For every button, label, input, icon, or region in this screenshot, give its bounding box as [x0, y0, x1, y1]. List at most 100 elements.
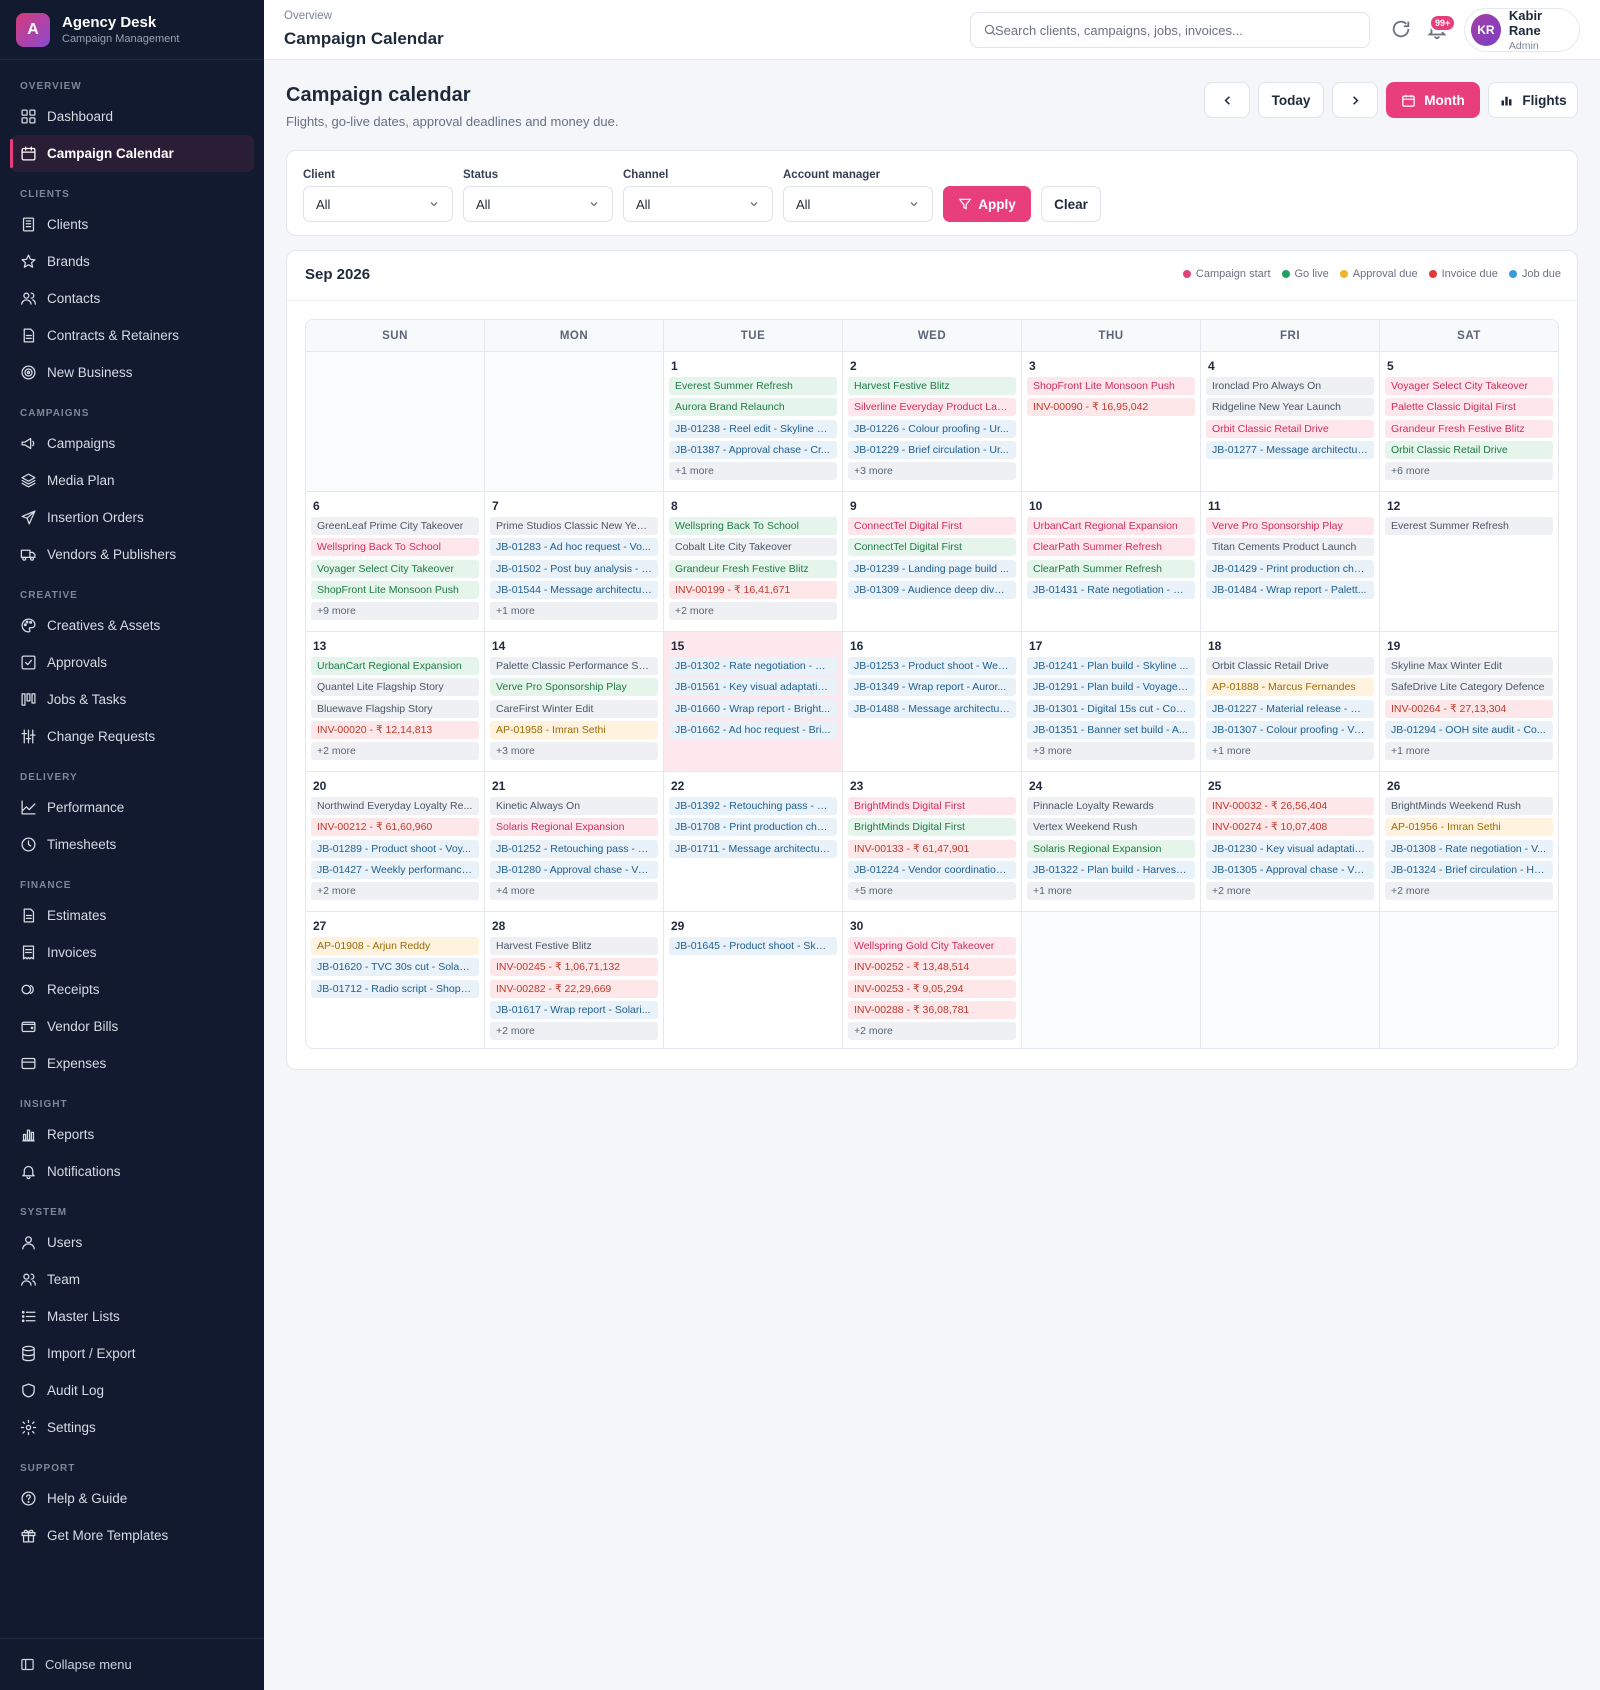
- sidebar-item-estimates[interactable]: Estimates: [10, 897, 254, 934]
- today-button[interactable]: Today: [1258, 82, 1324, 118]
- sidebar-item-team[interactable]: Team: [10, 1261, 254, 1298]
- campaign-event[interactable]: GreenLeaf Prime City Takeover: [311, 517, 479, 535]
- job-due-event[interactable]: JB-01280 - Approval chase - Vo...: [490, 860, 658, 879]
- campaign-event[interactable]: Kinetic Always On: [490, 797, 658, 815]
- job-due-event[interactable]: JB-01307 - Colour proofing - Ve...: [1206, 720, 1374, 739]
- refresh-icon[interactable]: [1390, 18, 1412, 40]
- calendar-day-cell[interactable]: 13 UrbanCart Regional Expansion Quantel Li…: [306, 632, 485, 771]
- more-events-link[interactable]: +4 more: [490, 882, 658, 901]
- sidebar-item-clients[interactable]: Clients: [10, 206, 254, 243]
- job-due-event[interactable]: JB-01351 - Banner set build - A...: [1027, 720, 1195, 739]
- calendar-day-cell[interactable]: 4 Ironclad Pro Always On Ridgeline New Yea…: [1201, 352, 1380, 491]
- sidebar-item-media-plan[interactable]: Media Plan: [10, 462, 254, 499]
- job-due-event[interactable]: JB-01305 - Approval chase - Ver...: [1206, 860, 1374, 879]
- collapse-menu-button[interactable]: Collapse menu: [0, 1638, 264, 1690]
- job-due-event[interactable]: JB-01252 - Retouching pass - W...: [490, 839, 658, 858]
- more-events-link[interactable]: +1 more: [669, 462, 837, 481]
- campaign-start-event[interactable]: Wellspring Gold City Takeover: [848, 937, 1016, 955]
- brand[interactable]: A Agency Desk Campaign Management: [0, 0, 264, 60]
- calendar-day-cell[interactable]: 19 Skyline Max Winter Edit SafeDrive Lite …: [1380, 632, 1558, 771]
- sidebar-item-audit-log[interactable]: Audit Log: [10, 1372, 254, 1409]
- calendar-day-cell[interactable]: 10 UrbanCart Regional Expansion ClearPath …: [1022, 492, 1201, 631]
- job-due-event[interactable]: JB-01322 - Plan build - Harvest ...: [1027, 860, 1195, 879]
- go-live-event[interactable]: Grandeur Fresh Festive Blitz: [669, 559, 837, 578]
- calendar-day-cell[interactable]: 26 BrightMinds Weekend Rush AP-01956 - Imr…: [1380, 772, 1558, 911]
- invoice-due-event[interactable]: INV-00245 - ₹ 1,06,71,132: [490, 958, 658, 977]
- calendar-day-cell[interactable]: 6 GreenLeaf Prime City Takeover Wellspring…: [306, 492, 485, 631]
- sidebar-item-reports[interactable]: Reports: [10, 1116, 254, 1153]
- invoice-due-event[interactable]: INV-00090 - ₹ 16,95,042: [1027, 398, 1195, 417]
- sidebar-item-notifications[interactable]: Notifications: [10, 1153, 254, 1190]
- sidebar-item-jobs-tasks[interactable]: Jobs & Tasks: [10, 681, 254, 718]
- invoice-due-event[interactable]: INV-00020 - ₹ 12,14,813: [311, 720, 479, 739]
- job-due-event[interactable]: JB-01392 - Retouching pass - Cr...: [669, 797, 837, 815]
- more-events-link[interactable]: +3 more: [1027, 742, 1195, 761]
- approval-due-event[interactable]: AP-01958 - Imran Sethi: [490, 720, 658, 739]
- calendar-day-cell[interactable]: 5 Voyager Select City Takeover Palette Cla…: [1380, 352, 1558, 491]
- campaign-start-event[interactable]: Grandeur Fresh Festive Blitz: [1385, 419, 1553, 438]
- flights-view-button[interactable]: Flights: [1488, 82, 1578, 118]
- go-live-event[interactable]: ShopFront Lite Monsoon Push: [311, 580, 479, 599]
- campaign-start-event[interactable]: Wellspring Back To School: [311, 538, 479, 557]
- next-month-button[interactable]: [1332, 82, 1378, 118]
- go-live-event[interactable]: Aurora Brand Relaunch: [669, 398, 837, 417]
- job-due-event[interactable]: JB-01708 - Print production che...: [669, 818, 837, 837]
- invoice-due-event[interactable]: INV-00133 - ₹ 61,47,901: [848, 839, 1016, 858]
- campaign-start-event[interactable]: ConnectTel Digital First: [848, 517, 1016, 535]
- more-events-link[interactable]: +3 more: [848, 462, 1016, 481]
- campaign-start-event[interactable]: ClearPath Summer Refresh: [1027, 538, 1195, 557]
- job-due-event[interactable]: JB-01239 - Landing page build ...: [848, 559, 1016, 578]
- more-events-link[interactable]: +6 more: [1385, 462, 1553, 481]
- campaign-event[interactable]: Skyline Max Winter Edit: [1385, 657, 1553, 675]
- apply-filters-button[interactable]: Apply: [943, 186, 1031, 222]
- job-due-event[interactable]: JB-01294 - OOH site audit - Co...: [1385, 720, 1553, 739]
- sidebar-item-new-business[interactable]: New Business: [10, 354, 254, 391]
- account-manager-select[interactable]: All: [783, 186, 933, 222]
- more-events-link[interactable]: +2 more: [848, 1022, 1016, 1041]
- calendar-day-cell[interactable]: 24 Pinnacle Loyalty Rewards Vertex Weekend…: [1022, 772, 1201, 911]
- campaign-event[interactable]: Harvest Festive Blitz: [490, 937, 658, 955]
- go-live-event[interactable]: Orbit Classic Retail Drive: [1385, 440, 1553, 459]
- go-live-event[interactable]: Voyager Select City Takeover: [311, 559, 479, 578]
- sidebar-item-performance[interactable]: Performance: [10, 789, 254, 826]
- job-due-event[interactable]: JB-01308 - Rate negotiation - V...: [1385, 839, 1553, 858]
- campaign-event[interactable]: Ridgeline New Year Launch: [1206, 398, 1374, 417]
- job-due-event[interactable]: JB-01302 - Rate negotiation - C...: [669, 657, 837, 675]
- job-due-event[interactable]: JB-01617 - Wrap report - Solari...: [490, 1000, 658, 1019]
- campaign-event[interactable]: Palette Classic Performance Spri...: [490, 657, 658, 675]
- sidebar-item-settings[interactable]: Settings: [10, 1409, 254, 1446]
- calendar-day-cell[interactable]: 27 AP-01908 - Arjun Reddy JB-01620 - TVC 3…: [306, 912, 485, 1048]
- job-due-event[interactable]: JB-01427 - Weekly performance...: [311, 860, 479, 879]
- more-events-link[interactable]: +2 more: [1206, 882, 1374, 901]
- more-events-link[interactable]: +2 more: [311, 882, 479, 901]
- sidebar-item-campaigns[interactable]: Campaigns: [10, 425, 254, 462]
- job-due-event[interactable]: JB-01277 - Message architectur...: [1206, 440, 1374, 459]
- campaign-event[interactable]: SafeDrive Lite Category Defence: [1385, 678, 1553, 697]
- more-events-link[interactable]: +3 more: [490, 742, 658, 761]
- more-events-link[interactable]: +5 more: [848, 882, 1016, 901]
- sidebar-item-vendors-publishers[interactable]: Vendors & Publishers: [10, 536, 254, 573]
- job-due-event[interactable]: JB-01662 - Ad hoc request - Bri...: [669, 720, 837, 739]
- job-due-event[interactable]: JB-01502 - Post buy analysis - Z...: [490, 559, 658, 578]
- job-due-event[interactable]: JB-01283 - Ad hoc request - Vo...: [490, 538, 658, 557]
- job-due-event[interactable]: JB-01544 - Message architectur...: [490, 580, 658, 599]
- job-due-event[interactable]: JB-01253 - Product shoot - Well...: [848, 657, 1016, 675]
- campaign-event[interactable]: Cobalt Lite City Takeover: [669, 538, 837, 557]
- clear-filters-button[interactable]: Clear: [1041, 186, 1101, 222]
- calendar-day-cell[interactable]: 1 Everest Summer Refresh Aurora Brand Rela…: [664, 352, 843, 491]
- breadcrumb[interactable]: Overview: [284, 10, 332, 22]
- sidebar-item-invoices[interactable]: Invoices: [10, 934, 254, 971]
- campaign-event[interactable]: Northwind Everyday Loyalty Re...: [311, 797, 479, 815]
- calendar-day-cell[interactable]: 3 ShopFront Lite Monsoon Push INV-00090 - …: [1022, 352, 1201, 491]
- campaign-event[interactable]: Quantel Lite Flagship Story: [311, 678, 479, 697]
- sidebar-item-change-requests[interactable]: Change Requests: [10, 718, 254, 755]
- job-due-event[interactable]: JB-01291 - Plan build - Voyager...: [1027, 678, 1195, 697]
- sidebar-item-timesheets[interactable]: Timesheets: [10, 826, 254, 863]
- job-due-event[interactable]: JB-01241 - Plan build - Skyline ...: [1027, 657, 1195, 675]
- sidebar-item-brands[interactable]: Brands: [10, 243, 254, 280]
- invoice-due-event[interactable]: INV-00032 - ₹ 26,56,404: [1206, 797, 1374, 815]
- more-events-link[interactable]: +1 more: [1206, 742, 1374, 761]
- more-events-link[interactable]: +9 more: [311, 602, 479, 621]
- more-events-link[interactable]: +2 more: [490, 1022, 658, 1041]
- invoice-due-event[interactable]: INV-00212 - ₹ 61,60,960: [311, 818, 479, 837]
